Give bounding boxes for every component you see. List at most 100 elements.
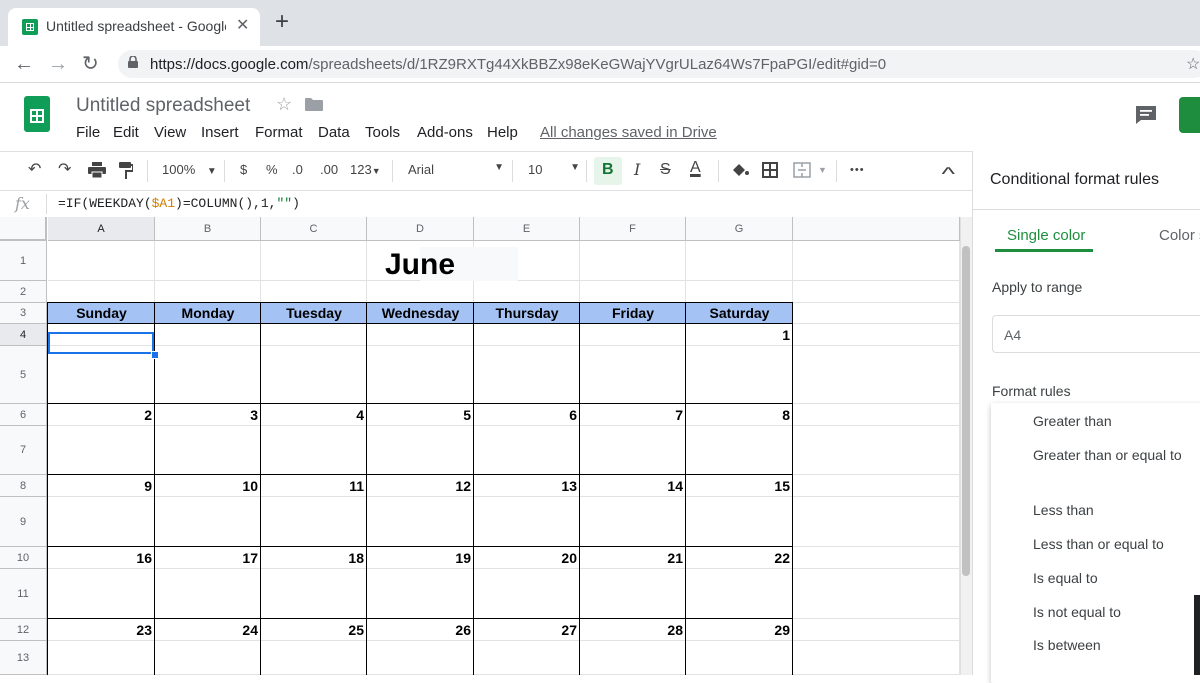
- option-greater-than-or-equal[interactable]: Greater than or equal to: [1033, 445, 1193, 466]
- column-header-e[interactable]: E: [474, 217, 580, 241]
- spreadsheet-grid[interactable]: ABCDEFG 1 2 3 4 5 6 7 8 9 10 11 12 13 June Sunday Mon…: [0, 217, 960, 675]
- calendar-day-cell[interactable]: 29: [686, 622, 793, 640]
- calendar-day-cell[interactable]: 17: [155, 550, 261, 568]
- paint-format-icon[interactable]: [119, 162, 133, 179]
- sheets-logo-icon[interactable]: [24, 96, 50, 132]
- font-select[interactable]: Arial ▼: [408, 162, 504, 177]
- option-is-equal-to[interactable]: Is equal to: [1033, 568, 1193, 589]
- weekday-sunday[interactable]: Sunday: [48, 303, 155, 324]
- option-less-than[interactable]: Less than: [1033, 500, 1193, 521]
- calendar-day-cell[interactable]: 15: [686, 478, 793, 496]
- column-header-c[interactable]: C: [261, 217, 367, 241]
- calendar-day-cell[interactable]: 11: [261, 478, 367, 496]
- calendar-day-cell[interactable]: 10: [155, 478, 261, 496]
- menu-edit[interactable]: Edit: [113, 124, 139, 141]
- weekday-wednesday[interactable]: Wednesday: [367, 303, 474, 324]
- range-input[interactable]: A4: [992, 315, 1200, 353]
- calendar-day-cell[interactable]: 23: [48, 622, 155, 640]
- calendar-day-cell[interactable]: 12: [367, 478, 474, 496]
- menu-view[interactable]: View: [154, 124, 186, 141]
- back-arrow-icon[interactable]: ←: [14, 52, 34, 76]
- url-input[interactable]: https://docs.google.com/spreadsheets/d/1…: [118, 50, 1200, 78]
- calendar-day-cell[interactable]: 27: [474, 622, 580, 640]
- redo-icon[interactable]: ↷: [58, 160, 71, 180]
- menu-data[interactable]: Data: [318, 124, 350, 141]
- more-formats-select[interactable]: 123▼: [350, 162, 381, 177]
- row-header-9[interactable]: 9: [0, 497, 47, 547]
- calendar-day-cell[interactable]: 5: [367, 407, 474, 425]
- browser-tab[interactable]: Untitled spreadsheet - Google Sheets ✕: [8, 8, 260, 46]
- option-is-not-equal-to[interactable]: Is not equal to: [1033, 602, 1193, 623]
- row-header-6[interactable]: 6: [0, 404, 47, 426]
- calendar-day-cell[interactable]: 24: [155, 622, 261, 640]
- column-header-a[interactable]: A: [48, 217, 155, 241]
- calendar-day-cell[interactable]: 1: [686, 327, 793, 345]
- menu-help[interactable]: Help: [487, 124, 518, 141]
- calendar-day-cell[interactable]: 13: [474, 478, 580, 496]
- italic-button[interactable]: I: [634, 160, 640, 180]
- column-header-d[interactable]: D: [367, 217, 474, 241]
- row-header-11[interactable]: 11: [0, 569, 47, 619]
- calendar-day-cell[interactable]: 16: [48, 550, 155, 568]
- option-greater-than[interactable]: Greater than: [1033, 411, 1193, 432]
- calendar-day-cell[interactable]: 28: [580, 622, 686, 640]
- calendar-day-cell[interactable]: 22: [686, 550, 793, 568]
- undo-icon[interactable]: ↶: [28, 160, 41, 180]
- format-currency-button[interactable]: $: [240, 162, 247, 177]
- save-status[interactable]: All changes saved in Drive: [540, 124, 717, 141]
- calendar-day-cell[interactable]: 25: [261, 622, 367, 640]
- text-color-button[interactable]: A: [690, 158, 701, 178]
- row-header-12[interactable]: 12: [0, 619, 47, 641]
- tab-close-icon[interactable]: ✕: [236, 15, 249, 35]
- column-header-f[interactable]: F: [580, 217, 686, 241]
- bookmark-star-icon[interactable]: ☆: [1186, 54, 1200, 74]
- option-is-between[interactable]: Is between: [1033, 635, 1193, 656]
- row-header-5[interactable]: 5: [0, 346, 47, 404]
- share-button[interactable]: [1179, 97, 1200, 133]
- folder-icon[interactable]: [305, 97, 323, 111]
- more-options-icon[interactable]: •••: [850, 164, 865, 176]
- calendar-day-cell[interactable]: 26: [367, 622, 474, 640]
- row-header-1[interactable]: 1: [0, 241, 47, 281]
- collapse-toolbar-icon[interactable]: ^: [941, 164, 955, 184]
- row-header-10[interactable]: 10: [0, 547, 47, 569]
- chevron-down-icon[interactable]: ▼: [818, 165, 827, 175]
- calendar-day-cell[interactable]: 8: [686, 407, 793, 425]
- row-header-7[interactable]: 7: [0, 426, 47, 475]
- menu-insert[interactable]: Insert: [201, 124, 239, 141]
- row-header-2[interactable]: 2: [0, 281, 47, 303]
- row-header-3[interactable]: 3: [0, 303, 47, 324]
- formula-input[interactable]: =IF(WEEKDAY($A1)=COLUMN(),1,""): [58, 196, 300, 211]
- calendar-day-cell[interactable]: 20: [474, 550, 580, 568]
- new-tab-button[interactable]: +: [275, 10, 289, 34]
- decrease-decimal-button[interactable]: .0: [292, 162, 303, 177]
- column-header-b[interactable]: B: [155, 217, 261, 241]
- document-title[interactable]: Untitled spreadsheet: [76, 95, 250, 117]
- dropdown-scrollbar[interactable]: [1194, 595, 1200, 675]
- calendar-day-cell[interactable]: 18: [261, 550, 367, 568]
- selected-cell-a4[interactable]: [48, 332, 154, 354]
- calendar-month-title[interactable]: June: [48, 243, 792, 287]
- grid-scrollbar-thumb[interactable]: [962, 246, 970, 576]
- zoom-select[interactable]: 100% ▼: [162, 162, 217, 177]
- menu-file[interactable]: File: [76, 124, 100, 141]
- calendar-day-cell[interactable]: 9: [48, 478, 155, 496]
- reload-icon[interactable]: ↻: [82, 52, 99, 76]
- tab-color-scale[interactable]: Color scale: [1159, 227, 1200, 244]
- calendar-day-cell[interactable]: 19: [367, 550, 474, 568]
- star-icon[interactable]: ☆: [276, 94, 292, 115]
- calendar-day-cell[interactable]: 7: [580, 407, 686, 425]
- fill-handle[interactable]: [151, 351, 159, 359]
- strikethrough-button[interactable]: S: [660, 160, 671, 180]
- weekday-monday[interactable]: Monday: [155, 303, 261, 324]
- calendar-day-cell[interactable]: 2: [48, 407, 155, 425]
- weekday-thursday[interactable]: Thursday: [474, 303, 580, 324]
- forward-arrow-icon[interactable]: →: [48, 52, 68, 76]
- calendar-day-cell[interactable]: 21: [580, 550, 686, 568]
- row-header-13[interactable]: 13: [0, 641, 47, 675]
- row-header-4[interactable]: 4: [0, 324, 47, 346]
- menu-tools[interactable]: Tools: [365, 124, 400, 141]
- column-header-g[interactable]: G: [686, 217, 793, 241]
- menu-format[interactable]: Format: [255, 124, 303, 141]
- print-icon[interactable]: [88, 162, 106, 178]
